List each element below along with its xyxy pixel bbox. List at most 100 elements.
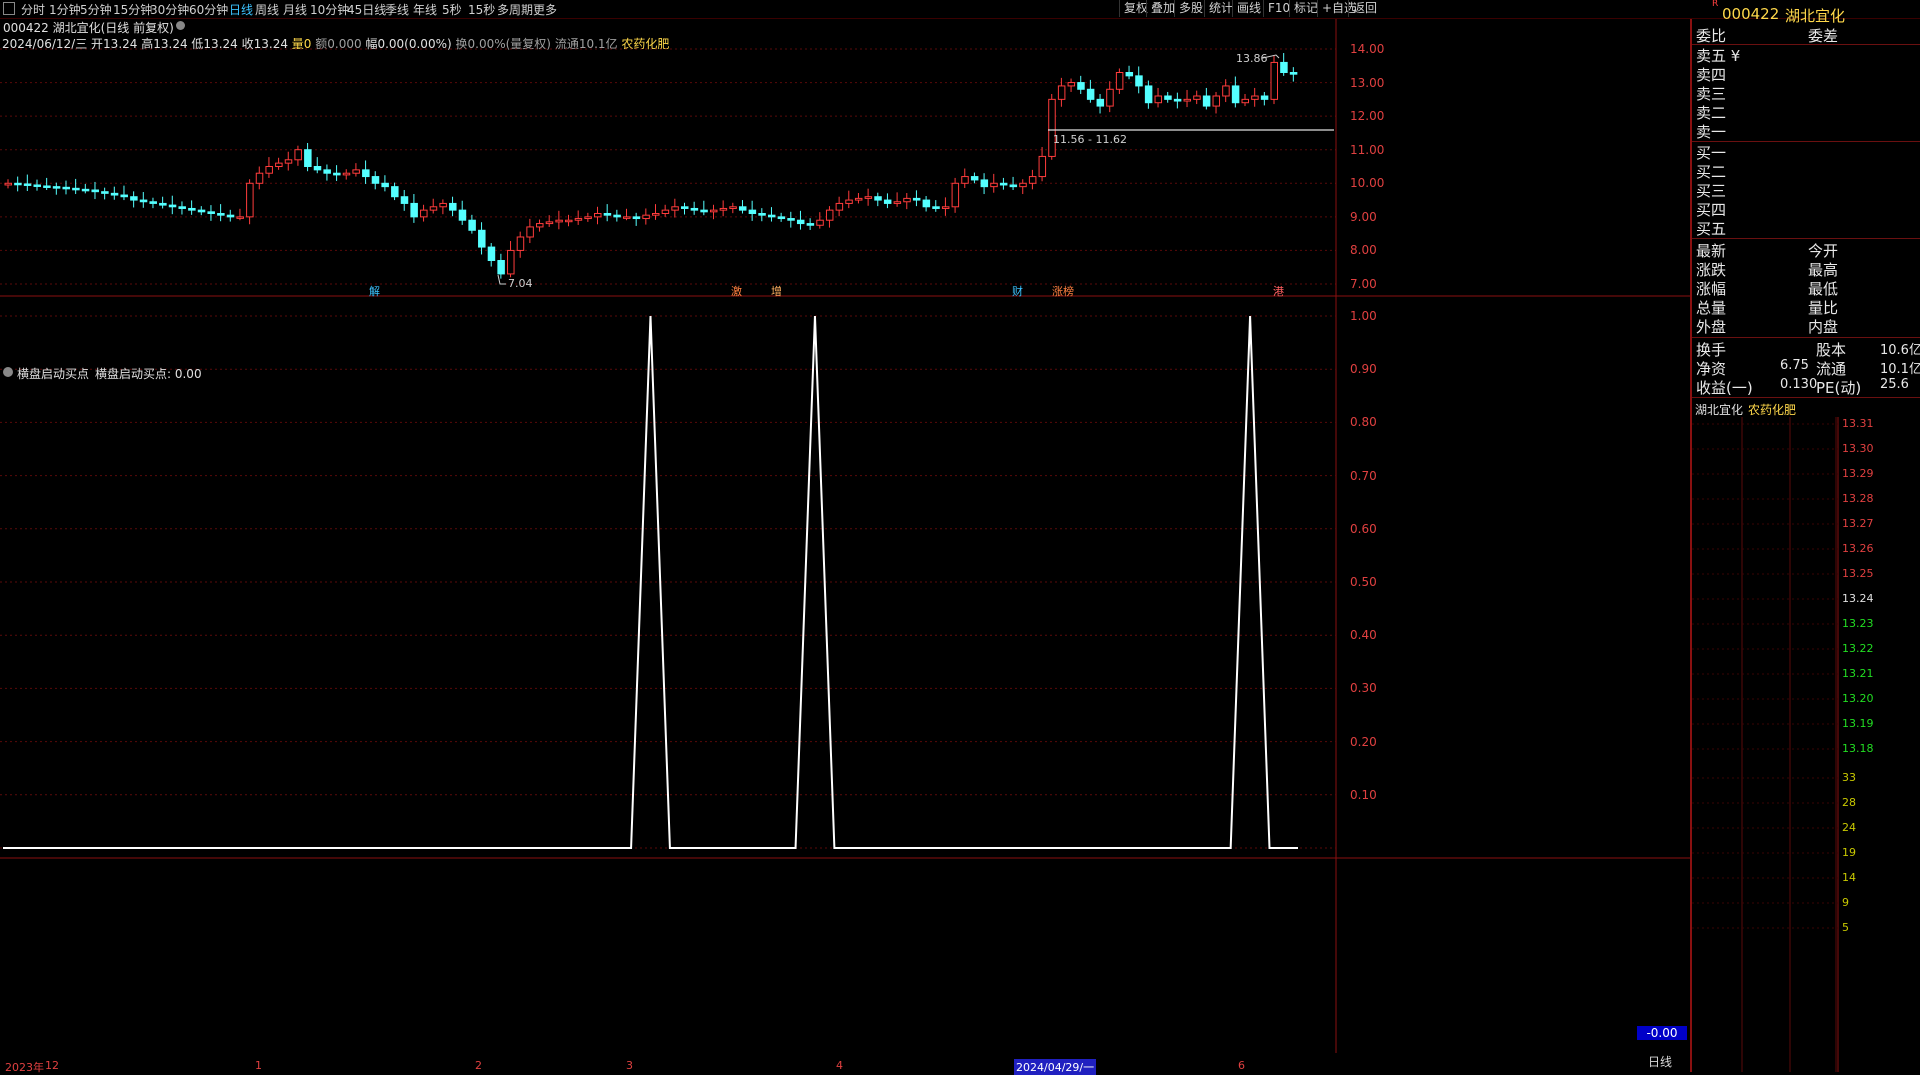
candle-body (584, 216, 592, 220)
stock-code: 000422 (1722, 5, 1780, 23)
event-marker-4: 涨榜 (1052, 284, 1074, 298)
candle-body (188, 207, 196, 211)
candle-body (1067, 82, 1076, 87)
candle-body (1115, 72, 1124, 90)
candle-body (429, 206, 438, 211)
candle-body (767, 214, 776, 218)
candle-body (903, 197, 911, 203)
candle-body (304, 149, 312, 167)
menu-toggle-icon[interactable] (3, 2, 15, 15)
candle-body (178, 206, 186, 209)
period-tab-14[interactable]: 15秒 (468, 1, 495, 18)
candle-body (680, 206, 689, 209)
time-axis-label: 1 (255, 1059, 262, 1072)
candlesticks (4, 53, 1298, 279)
candle-body (265, 166, 273, 174)
candle-body (719, 207, 728, 211)
period-tab-15[interactable]: 多周期 (497, 1, 533, 18)
candle-body (52, 186, 61, 189)
ask-level-4: 卖四 (1696, 66, 1727, 84)
candle-body (738, 206, 747, 211)
candle-body (1144, 85, 1153, 104)
period-tab-6[interactable]: 日线 (229, 1, 253, 18)
candle-body (487, 246, 496, 261)
ratio-label: 委比 (1696, 27, 1727, 45)
fund-label-right: 股本 (1816, 341, 1847, 359)
candle-body (951, 182, 960, 208)
period-tab-2[interactable]: 5分钟 (80, 1, 112, 18)
range-label: 11.56 - 11.62 (1053, 133, 1127, 146)
event-marker-3: 财 (1012, 284, 1023, 298)
period-tab-7[interactable]: 周线 (255, 1, 279, 18)
candle-body (1251, 95, 1259, 100)
toolbar-button-4[interactable]: 画线 (1232, 0, 1265, 17)
period-tab-1[interactable]: 1分钟 (49, 1, 81, 18)
period-tab-5[interactable]: 60分钟 (189, 1, 228, 18)
candle-body (690, 207, 699, 211)
candle-body (883, 199, 892, 204)
period-tab-10[interactable]: 45日线 (347, 1, 386, 18)
chart-area[interactable]: 13.86 7.04 11.56 - 11.62 解 激 增 财 涨榜 港 (0, 19, 1690, 1072)
candle-body (1241, 98, 1250, 104)
period-tab-8[interactable]: 月线 (283, 1, 307, 18)
mini-axis-label: 19 (1842, 846, 1856, 859)
candle-body (159, 202, 167, 206)
mini-chart-sector[interactable]: 农药化肥 (1748, 401, 1796, 418)
mini-axis-label: 13.21 (1842, 667, 1874, 680)
candle-body (313, 166, 322, 171)
period-tab-11[interactable]: 季线 (385, 1, 409, 18)
candle-body (516, 236, 525, 251)
candle-body (1009, 184, 1018, 188)
candle-body (526, 226, 534, 238)
price-axis-label: 7.00 (1350, 277, 1377, 291)
candle-body (1289, 72, 1298, 75)
time-axis-label: 2 (475, 1059, 482, 1072)
period-tab-9[interactable]: 10分钟 (310, 1, 349, 18)
indicator-settings-icon[interactable] (3, 367, 13, 377)
period-tab-13[interactable]: 5秒 (442, 1, 462, 18)
candle-body (449, 202, 457, 211)
toolbar-button-2[interactable]: 多股 (1174, 0, 1207, 17)
period-tab-4[interactable]: 30分钟 (150, 1, 189, 18)
candle-body (603, 213, 612, 216)
event-marker-2: 增 (771, 284, 782, 298)
mini-axis-label: 9 (1842, 896, 1849, 909)
indicator-axis-label: 1.00 (1350, 309, 1377, 323)
candle-body (758, 213, 766, 216)
candle-body (893, 201, 902, 204)
period-tab-12[interactable]: 年线 (413, 1, 437, 18)
candle-body (777, 216, 786, 220)
stat-label-left: 外盘 (1696, 318, 1727, 336)
candle-body (284, 159, 293, 164)
candle-body (1077, 82, 1085, 90)
toolbar-button-8[interactable]: 返回 (1348, 0, 1381, 17)
candle-body (787, 218, 795, 221)
period-tab-3[interactable]: 15分钟 (113, 1, 152, 18)
candle-body (381, 182, 389, 188)
candle-body (255, 172, 264, 184)
bid-level-5: 买五 (1696, 220, 1727, 238)
mini-axis-label: 13.19 (1842, 717, 1874, 730)
period-tab-0[interactable]: 分时 (21, 1, 45, 18)
mini-axis-label: 13.29 (1842, 467, 1874, 480)
fund-label: 收益(一) (1696, 379, 1753, 397)
indicator-axis-label: 0.10 (1350, 787, 1377, 802)
candle-body (922, 199, 931, 208)
period-tab-16[interactable]: 更多 (533, 1, 557, 18)
candle-body (1270, 61, 1279, 100)
time-axis-label: 6 (1238, 1059, 1245, 1072)
candle-body (623, 216, 631, 219)
candle-body (333, 172, 341, 176)
stat-label-right: 量比 (1808, 299, 1839, 317)
candle-body (362, 169, 370, 178)
candle-body (110, 192, 119, 196)
mini-axis-label: 13.22 (1842, 642, 1874, 655)
stat-label-right: 最高 (1808, 261, 1839, 279)
mini-axis-label: 13.30 (1842, 442, 1874, 455)
candle-body (1193, 95, 1201, 100)
stat-label-left: 总量 (1696, 299, 1727, 317)
indicator-axis-label: 0.80 (1350, 415, 1377, 430)
fund-value-right: 10.6亿 (1880, 343, 1920, 358)
candle-body (594, 213, 602, 218)
candle-body (825, 209, 834, 221)
